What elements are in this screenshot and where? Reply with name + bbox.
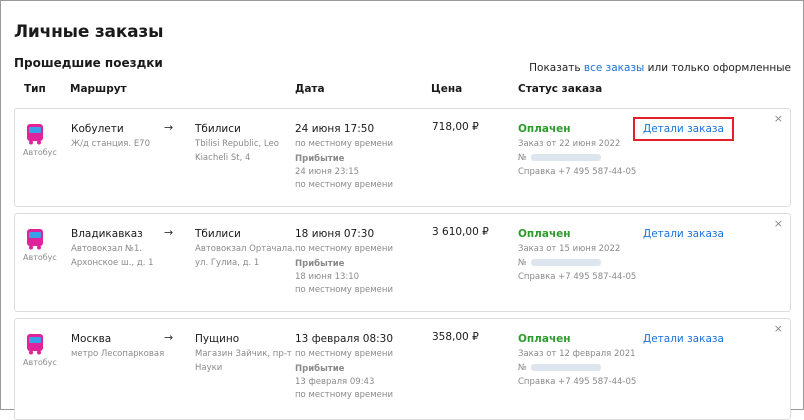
to-city: Тбилиси [195,123,241,135]
page-title: Личные заказы [14,22,164,42]
departure-time: 24 июня 17:50 [295,123,375,135]
departure-note: по местному времени [295,349,393,359]
arrival-label: Прибытие [295,364,345,374]
to-city: Пущино [195,333,240,345]
from-city: Москва [71,333,112,345]
order-number: № [518,151,636,165]
close-icon[interactable]: × [774,217,783,230]
route-from: Москва метро Лесопарковая [71,331,164,361]
departure-time: 13 февраля 08:30 [295,333,394,345]
order-date: Заказ от 12 февраля 2021 [518,349,636,359]
order-number-label: № [518,258,527,268]
order-price: 3 610,00 ₽ [432,226,489,238]
arrival-time: 24 июня 23:15 [295,167,360,177]
order-number: № [518,361,636,375]
arrival-label: Прибытие [295,259,345,269]
from-city: Кобулети [71,123,124,135]
order-number-redacted [530,259,601,266]
order-number-redacted [530,364,601,371]
order-card: Автобус Кобулети Ж/д станция. Е70 → Тбил… [14,108,791,207]
order-status: Оплачен Заказ от 15 июня 2022 № Справка … [518,226,636,284]
order-number-redacted [530,154,601,161]
support-phone: Справка +7 495 587-44-05 [518,377,637,387]
to-detail: Науки [195,363,223,373]
departure-note: по местному времени [295,244,393,254]
to-detail: Kiacheli St, 4 [195,153,251,163]
transport-type: Автобус [23,148,57,157]
status-badge: Оплачен [518,123,571,135]
departure-note: по местному времени [295,139,393,149]
route-from: Кобулети Ж/д станция. Е70 [71,121,150,151]
bus-icon [27,124,43,145]
status-badge: Оплачен [518,333,571,345]
route-from: Владикавказ Автовокзал №1. Архонское ш.,… [71,226,154,270]
order-details-link[interactable]: Детали заказа [633,117,734,141]
route-arrow-icon: → [164,121,174,134]
order-card: Автобус Москва метро Лесопарковая → Пущи… [14,318,791,420]
arrival-note: по местному времени [295,180,393,190]
arrival-note: по местному времени [295,285,393,295]
route-arrow-icon: → [164,331,174,344]
order-filter: Показать все заказы или только оформленн… [529,62,791,74]
transport-type: Автобус [23,253,57,262]
column-header-price: Цена [431,83,463,95]
order-date: Заказ от 22 июня 2022 [518,139,621,149]
arrival-label: Прибытие [295,154,345,164]
from-city: Владикавказ [71,228,143,240]
column-header-route: Маршрут [70,83,127,95]
transport-type: Автобус [23,358,57,367]
route-to: Тбилиси Автовокзал Ортачала. ул. Гулиа, … [195,226,295,270]
column-header-date: Дата [295,83,325,95]
order-number-label: № [518,153,527,163]
order-price: 718,00 ₽ [432,121,479,133]
support-phone: Справка +7 495 587-44-05 [518,167,637,177]
order-status: Оплачен Заказ от 22 июня 2022 № Справка … [518,121,636,179]
to-detail: Магазин Зайчик, пр-т [195,349,292,359]
section-title: Прошедшие поездки [14,56,163,70]
to-detail: ул. Гулиа, д. 1 [195,258,260,268]
arrival-note: по местному времени [295,390,393,400]
close-icon[interactable]: × [774,322,783,335]
order-details-link[interactable]: Детали заказа [643,228,724,240]
all-orders-link[interactable]: все заказы [584,62,644,74]
order-number-label: № [518,363,527,373]
trip-dates: 18 июня 07:30 по местному времени Прибыт… [295,226,393,297]
arrival-time: 18 июня 13:10 [295,272,360,282]
order-status: Оплачен Заказ от 12 февраля 2021 № Справ… [518,331,636,389]
trip-dates: 13 февраля 08:30 по местному времени При… [295,331,393,402]
order-card: Автобус Владикавказ Автовокзал №1. Архон… [14,213,791,312]
from-detail: метро Лесопарковая [71,349,165,359]
order-price: 358,00 ₽ [432,331,479,343]
order-date: Заказ от 15 июня 2022 [518,244,621,254]
arrival-time: 13 февраля 09:43 [295,377,375,387]
bus-icon [27,229,43,250]
to-detail: Автовокзал Ортачала. [195,244,296,254]
to-detail: Tbilisi Republic, Leo [195,139,279,149]
route-to: Пущино Магазин Зайчик, пр-т Науки [195,331,292,375]
trip-dates: 24 июня 17:50 по местному времени Прибыт… [295,121,393,192]
close-icon[interactable]: × [774,112,783,125]
from-detail: Автовокзал №1. [71,244,143,254]
to-city: Тбилиси [195,228,241,240]
filter-prefix: Показать [529,62,584,74]
bus-icon [27,334,43,355]
order-number: № [518,256,636,270]
support-phone: Справка +7 495 587-44-05 [518,272,637,282]
from-detail: Архонское ш., д. 1 [71,258,154,268]
route-to: Тбилиси Tbilisi Republic, Leo Kiacheli S… [195,121,279,165]
route-arrow-icon: → [164,226,174,239]
departure-time: 18 июня 07:30 [295,228,375,240]
column-header-status: Статус заказа [518,83,603,95]
from-detail: Ж/д станция. Е70 [71,139,151,149]
order-details-link[interactable]: Детали заказа [643,333,724,345]
column-header-type: Тип [24,83,46,95]
filter-suffix: или только оформленные [644,62,791,74]
status-badge: Оплачен [518,228,571,240]
